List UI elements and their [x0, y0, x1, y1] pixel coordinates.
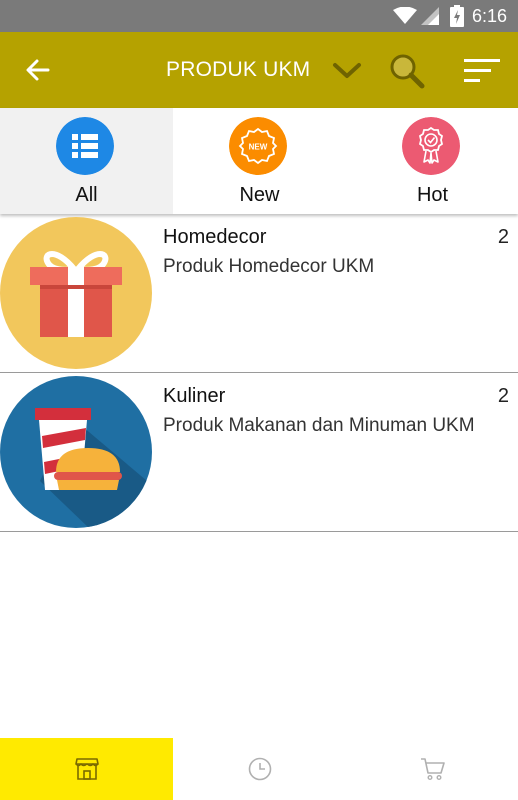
status-time: 6:16	[472, 6, 508, 26]
gift-box-image	[0, 217, 152, 369]
category-count: 2	[497, 385, 509, 407]
battery-icon	[450, 5, 464, 27]
nav-store[interactable]	[0, 738, 173, 800]
cart-icon	[421, 758, 445, 781]
category-name: Kuliner	[163, 385, 226, 407]
new-badge-icon: NEW	[229, 117, 287, 175]
tab-label: Hot	[416, 184, 449, 206]
tab-hot[interactable]: Hot	[346, 108, 518, 214]
tab-all[interactable]: All	[0, 108, 173, 214]
page-title[interactable]: PRODUK UKM	[166, 58, 310, 82]
list-icon	[56, 117, 114, 175]
store-icon	[75, 758, 99, 780]
tab-label: All	[75, 184, 98, 206]
bottom-nav	[0, 738, 518, 800]
list-item-kuliner[interactable]: Kuliner 2 Produk Makanan dan Minuman UKM	[0, 373, 518, 532]
clock-icon	[248, 757, 272, 781]
list-item-homedecor[interactable]: Homedecor 2 Produk Homedecor UKM	[0, 214, 518, 373]
category-description: Produk Homedecor UKM	[163, 256, 375, 277]
chevron-down-icon[interactable]	[331, 56, 363, 84]
drink-and-burger-image	[0, 376, 152, 528]
app-bar: PRODUK UKM	[0, 32, 518, 108]
award-icon	[402, 117, 460, 175]
category-name: Homedecor	[163, 226, 267, 248]
signal-icon	[421, 7, 439, 25]
tab-new[interactable]: NEW New	[173, 108, 346, 214]
category-count: 2	[497, 226, 509, 248]
category-description: Produk Makanan dan Minuman UKM	[163, 415, 475, 436]
wifi-icon	[393, 7, 417, 24]
status-bar: 6:16	[0, 0, 518, 32]
category-list: Homedecor 2 Produk Homedecor UKM Kuliner…	[0, 214, 518, 532]
search-icon[interactable]	[388, 52, 426, 90]
back-arrow-icon[interactable]	[20, 52, 56, 88]
tab-label: New	[239, 184, 280, 206]
svg-text:NEW: NEW	[249, 143, 268, 152]
nav-history[interactable]	[173, 738, 346, 800]
filter-tabs: All NEW New Hot	[0, 108, 518, 214]
nav-cart[interactable]	[346, 738, 518, 800]
sort-icon[interactable]	[462, 56, 502, 86]
